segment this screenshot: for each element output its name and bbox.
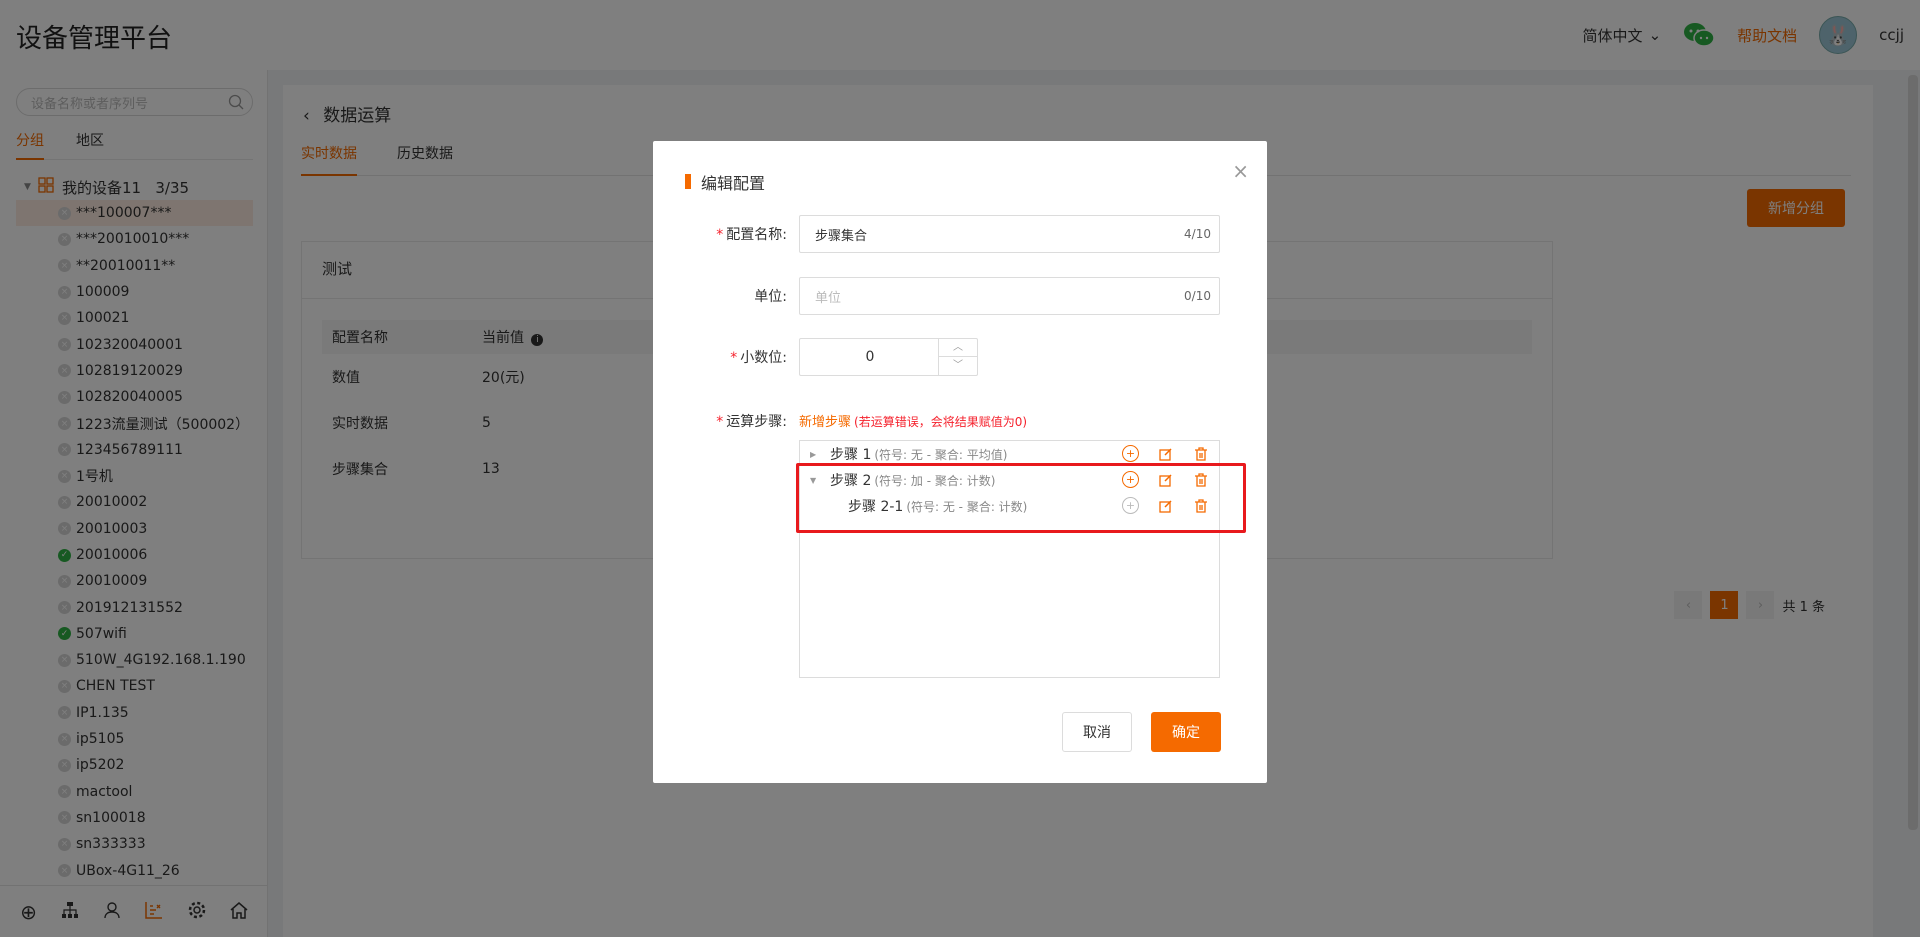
config-name-input[interactable]: 步骤集合 4/10 xyxy=(799,215,1220,253)
add-step-link[interactable]: 新增步骤 (若运算错误，会将结果赋值为0) xyxy=(799,411,1027,430)
dialog-title: 编辑配置 xyxy=(701,174,766,193)
step-name: 步骤 1 xyxy=(830,447,872,463)
unit-placeholder: 单位 xyxy=(815,290,842,306)
steps-label: * 运算步骤: xyxy=(716,414,787,430)
add-step-hint: (若运算错误，会将结果赋值为0) xyxy=(854,415,1028,429)
highlight-box xyxy=(796,463,1246,533)
char-count: 0/10 xyxy=(1184,289,1211,303)
decimal-label: * 小数位: xyxy=(730,350,787,366)
caret-right-icon[interactable]: ▶ xyxy=(810,450,820,459)
config-name-value: 步骤集合 xyxy=(815,228,868,244)
unit-input[interactable]: 单位 0/10 xyxy=(799,277,1220,315)
edit-icon[interactable] xyxy=(1157,445,1174,462)
decrement-button[interactable]: ﹀ xyxy=(939,357,977,375)
confirm-button[interactable]: 确定 xyxy=(1151,712,1221,752)
stepper-controls: ︿ ﹀ xyxy=(938,339,977,375)
step-meta: (符号: 无 - 聚合: 平均值) xyxy=(874,447,1008,462)
increment-button[interactable]: ︿ xyxy=(939,339,977,357)
edit-config-dialog: 编辑配置 × * 配置名称: 步骤集合 4/10 单位: 单位 0/10 * 小数位… xyxy=(653,141,1267,783)
decimal-stepper[interactable]: 0 ︿ ﹀ xyxy=(799,338,978,376)
title-accent-bar xyxy=(685,174,691,189)
step-actions: + xyxy=(1122,445,1209,462)
delete-icon[interactable] xyxy=(1192,445,1209,462)
unit-label: 单位: xyxy=(754,289,787,305)
config-name-label: * 配置名称: xyxy=(716,227,787,243)
add-substep-icon[interactable]: + xyxy=(1122,445,1139,462)
char-count: 4/10 xyxy=(1184,227,1211,241)
decimal-value[interactable]: 0 xyxy=(800,339,940,375)
add-step-label[interactable]: 新增步骤 xyxy=(799,415,851,430)
close-icon[interactable]: × xyxy=(1232,159,1249,183)
cancel-button[interactable]: 取消 xyxy=(1062,712,1132,752)
